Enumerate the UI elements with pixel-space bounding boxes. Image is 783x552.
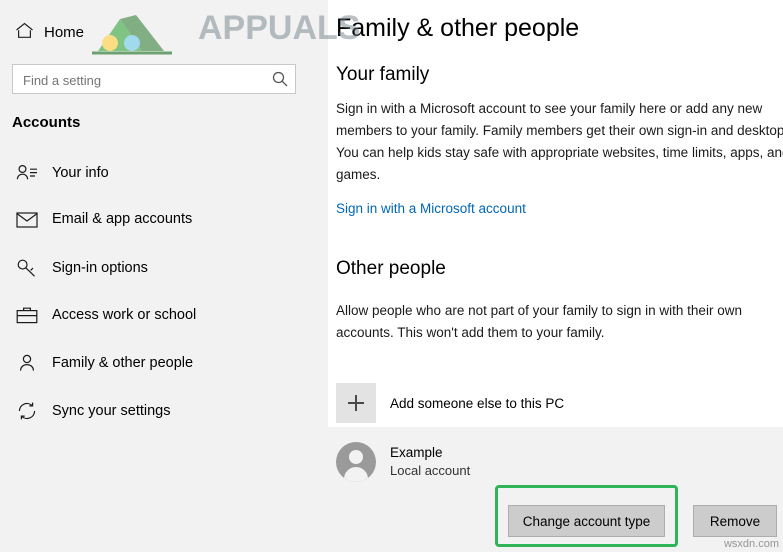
account-identity-row: Example Local account (336, 442, 470, 482)
settings-sidebar: Home Accounts Your info (0, 0, 328, 552)
mail-icon (12, 211, 42, 228)
search-setting-box[interactable] (12, 64, 296, 95)
page-title: Family & other people (336, 14, 580, 42)
sidebar-item-label: Sync your settings (52, 403, 171, 419)
sidebar-item-label: Family & other people (52, 355, 194, 371)
people-icon (12, 353, 42, 373)
sidebar-item-label: Sign-in options (52, 260, 148, 276)
sidebar-section-title: Accounts (12, 114, 81, 131)
other-people-description: Allow people who are not part of your fa… (336, 303, 742, 340)
sidebar-item-family-other-people[interactable]: Family & other people (0, 340, 328, 386)
sidebar-item-label: Your info (52, 165, 109, 181)
sidebar-home-item[interactable]: Home (10, 18, 84, 46)
sidebar-item-access-work-or-school[interactable]: Access work or school (0, 292, 328, 338)
search-input[interactable] (21, 65, 265, 95)
add-someone-else-label: Add someone else to this PC (390, 395, 565, 411)
your-family-heading: Your family (336, 64, 430, 85)
add-someone-else-row[interactable]: Add someone else to this PC (336, 383, 564, 423)
sync-icon (12, 401, 42, 421)
plus-icon (336, 383, 376, 423)
your-family-description: Sign in with a Microsoft account to see … (336, 101, 783, 182)
account-type: Local account (390, 463, 471, 478)
other-people-heading: Other people (336, 258, 446, 279)
sign-in-microsoft-account-link[interactable]: Sign in with a Microsoft account (336, 201, 526, 216)
settings-content-pane: Family & other people Your family Sign i… (328, 0, 783, 552)
change-account-type-button[interactable]: Change account type (508, 505, 665, 537)
sidebar-item-label: Access work or school (52, 307, 197, 323)
sidebar-item-sign-in-options[interactable]: Sign-in options (0, 245, 328, 291)
sidebar-home-label: Home (44, 23, 85, 41)
home-icon (10, 22, 38, 42)
briefcase-icon (12, 306, 42, 324)
account-name: Example (390, 445, 443, 460)
user-info-icon (12, 163, 42, 183)
sidebar-item-your-info[interactable]: Your info (0, 150, 328, 196)
search-icon[interactable] (271, 70, 289, 88)
corner-watermark: wsxdn.com (723, 538, 779, 550)
key-icon (12, 258, 42, 278)
avatar-icon (336, 442, 376, 482)
sidebar-item-label: Email & app accounts (52, 211, 193, 227)
remove-account-button[interactable]: Remove (693, 505, 777, 537)
sidebar-item-email-app-accounts[interactable]: Email & app accounts (0, 196, 328, 242)
sidebar-item-sync-your-settings[interactable]: Sync your settings (0, 388, 328, 434)
